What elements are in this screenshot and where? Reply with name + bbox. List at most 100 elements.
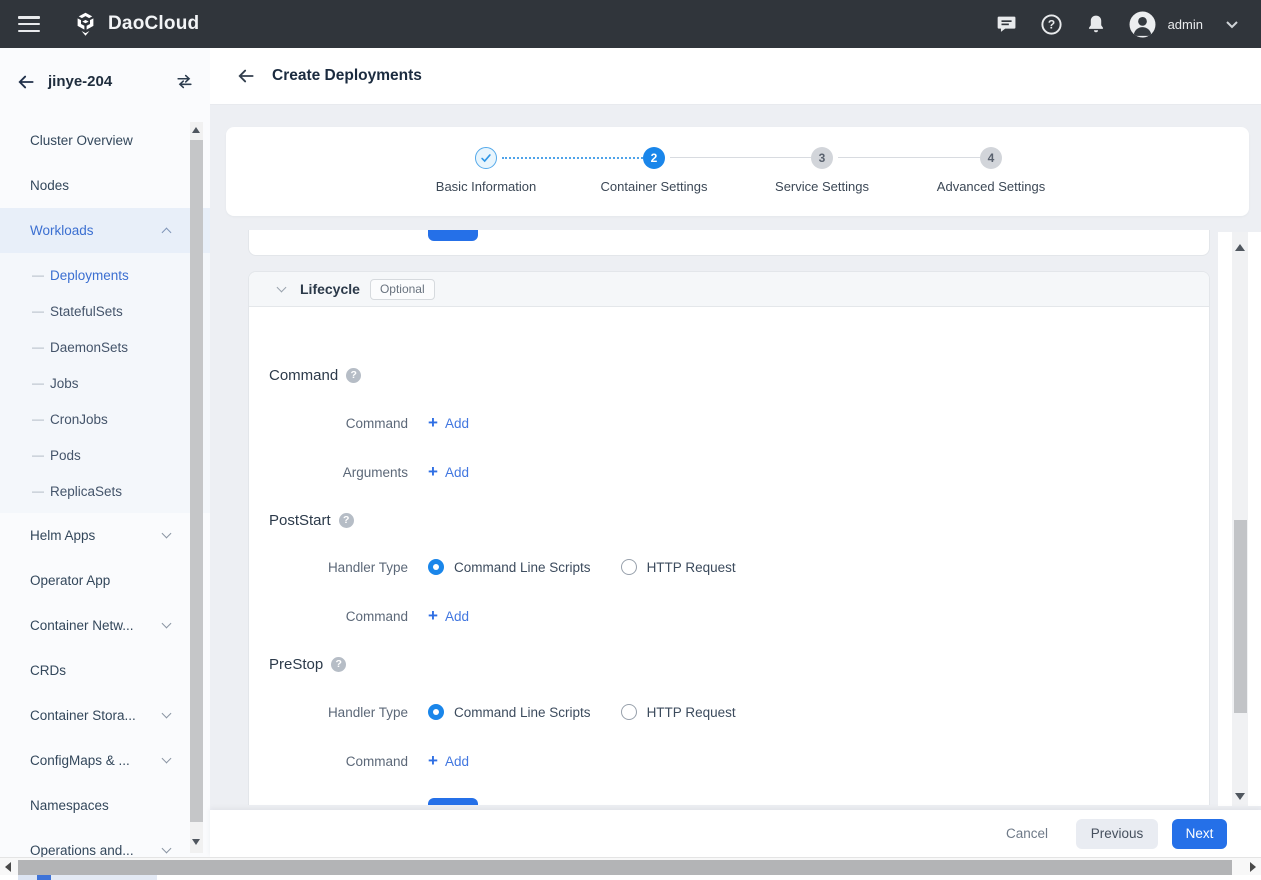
- add-prestop-command-button[interactable]: + Add: [428, 753, 469, 769]
- dash-icon: —: [32, 412, 50, 426]
- step-advanced-settings[interactable]: 4 Advanced Settings: [906, 147, 1076, 194]
- radio-command-line-scripts[interactable]: [428, 559, 444, 575]
- radio-command-line-scripts[interactable]: [428, 704, 444, 720]
- chevron-down-icon: [162, 754, 172, 764]
- poststart-command-row: Command + Add: [269, 605, 469, 627]
- scroll-down-arrow[interactable]: [192, 839, 200, 845]
- step-basic-information[interactable]: Basic Information: [401, 147, 571, 194]
- lifecycle-section-header[interactable]: Lifecycle Optional: [249, 272, 1209, 307]
- lifecycle-section-card: Lifecycle Optional Command ? Command + A: [248, 271, 1210, 805]
- dash-icon: —: [32, 268, 50, 282]
- prestop-command-row: Command + Add: [269, 750, 469, 772]
- dash-icon: —: [32, 484, 50, 498]
- cancel-button[interactable]: Cancel: [1006, 826, 1048, 841]
- chevron-down-icon: [162, 844, 172, 854]
- poststart-handler-type-row: Handler Type Command Line Scripts HTTP R…: [269, 556, 736, 578]
- field-label: Handler Type: [269, 705, 408, 720]
- horizontal-scrollbar: [0, 857, 1261, 875]
- message-icon[interactable]: [996, 13, 1018, 35]
- sidebar-subitem-daemonsets[interactable]: — DaemonSets: [0, 329, 210, 365]
- sidebar-item-namespaces[interactable]: Namespaces: [0, 783, 210, 828]
- previous-section-card-clipped: [248, 230, 1210, 256]
- sidebar-subitem-cronjobs[interactable]: — CronJobs: [0, 401, 210, 437]
- scroll-up-arrow[interactable]: [1235, 244, 1245, 251]
- cluster-name: jinye-204: [48, 73, 112, 90]
- notifications-bell-icon[interactable]: [1085, 13, 1107, 35]
- plus-icon: +: [428, 753, 438, 769]
- previous-button[interactable]: Previous: [1076, 819, 1158, 849]
- chevron-down-icon: [162, 529, 172, 539]
- sidebar-item-operator-app[interactable]: Operator App: [0, 558, 210, 603]
- sidebar-subitem-deployments[interactable]: — Deployments: [0, 257, 210, 293]
- page-bottom-fragment: [18, 875, 37, 880]
- sidebar-item-container-network[interactable]: Container Netw...: [0, 603, 210, 648]
- sidebar-scrollbar: [190, 122, 203, 853]
- add-poststart-command-button[interactable]: + Add: [428, 608, 469, 624]
- help-icon[interactable]: ?: [1040, 13, 1063, 36]
- collapse-chevron-down-icon[interactable]: [277, 282, 287, 292]
- sidebar-item-configmaps[interactable]: ConfigMaps & ...: [0, 738, 210, 783]
- scroll-up-arrow[interactable]: [192, 127, 200, 133]
- workloads-submenu: — Deployments — StatefulSets — DaemonSet…: [0, 253, 210, 513]
- wizard-footer: Cancel Previous Next: [210, 810, 1261, 857]
- content-area: Basic Information 2 Container Settings 3…: [210, 105, 1261, 810]
- sidebar-item-helm-apps[interactable]: Helm Apps: [0, 513, 210, 558]
- user-menu-chevron-down-icon[interactable]: [1225, 20, 1239, 29]
- chevron-up-icon: [162, 228, 172, 238]
- help-icon[interactable]: ?: [331, 657, 346, 672]
- page-bottom-fragment: [0, 875, 1261, 880]
- sidebar-subitem-statefulsets[interactable]: — StatefulSets: [0, 293, 210, 329]
- command-row: Command + Add: [269, 412, 469, 434]
- dash-icon: —: [32, 376, 50, 390]
- scrollbar-thumb[interactable]: [190, 140, 203, 822]
- help-icon[interactable]: ?: [346, 368, 361, 383]
- radio-http-request[interactable]: [621, 704, 637, 720]
- plus-icon: +: [428, 415, 438, 431]
- wizard-stepper: Basic Information 2 Container Settings 3…: [226, 127, 1249, 216]
- svg-text:?: ?: [1047, 17, 1054, 31]
- help-icon[interactable]: ?: [339, 513, 354, 528]
- hamburger-menu-icon[interactable]: [18, 16, 40, 32]
- chevron-down-icon: [162, 709, 172, 719]
- add-command-button[interactable]: + Add: [428, 415, 469, 431]
- main-area: Create Deployments Basic Information 2 C…: [210, 48, 1261, 880]
- sidebar-subitem-pods[interactable]: — Pods: [0, 437, 210, 473]
- command-group-title: Command ?: [269, 364, 361, 386]
- sidebar-subitem-jobs[interactable]: — Jobs: [0, 365, 210, 401]
- page-header: Create Deployments: [210, 48, 1261, 105]
- poststart-group-title: PostStart ?: [269, 509, 354, 531]
- topbar-actions: ? admin: [996, 11, 1261, 38]
- brand-name: DaoCloud: [108, 13, 199, 35]
- sidebar-item-cluster-overview[interactable]: Cluster Overview: [0, 118, 210, 163]
- sidebar-item-crds[interactable]: CRDs: [0, 648, 210, 693]
- sidebar-subitem-replicasets[interactable]: — ReplicaSets: [0, 473, 210, 509]
- clipped-ok-button[interactable]: [428, 230, 478, 241]
- section-title: Lifecycle: [300, 281, 360, 297]
- dash-icon: —: [32, 340, 50, 354]
- field-label: Arguments: [269, 465, 408, 480]
- step-container-settings[interactable]: 2 Container Settings: [569, 147, 739, 194]
- field-label: Command: [269, 754, 408, 769]
- cluster-back-icon[interactable]: [16, 72, 36, 92]
- scrollbar-thumb[interactable]: [18, 860, 1232, 875]
- sidebar-item-workloads[interactable]: Workloads: [0, 208, 210, 253]
- scroll-left-arrow[interactable]: [5, 862, 11, 872]
- username-label: admin: [1168, 17, 1203, 32]
- sidebar-item-nodes[interactable]: Nodes: [0, 163, 210, 208]
- radio-http-request[interactable]: [621, 559, 637, 575]
- scrollbar-thumb[interactable]: [1234, 520, 1247, 713]
- step-service-settings[interactable]: 3 Service Settings: [737, 147, 907, 194]
- user-avatar[interactable]: [1129, 11, 1156, 38]
- ok-button[interactable]: OK: [428, 798, 478, 805]
- scroll-down-arrow[interactable]: [1235, 793, 1245, 800]
- dash-icon: —: [32, 448, 50, 462]
- chevron-down-icon: [162, 619, 172, 629]
- dash-icon: —: [32, 304, 50, 318]
- page-back-icon[interactable]: [236, 66, 256, 86]
- sidebar-nav: Cluster Overview Nodes Workloads — Deplo…: [0, 115, 210, 873]
- add-arguments-button[interactable]: + Add: [428, 464, 469, 480]
- sidebar-item-container-storage[interactable]: Container Stora...: [0, 693, 210, 738]
- scroll-right-arrow[interactable]: [1250, 862, 1256, 872]
- switch-cluster-icon[interactable]: [175, 72, 194, 91]
- next-button[interactable]: Next: [1172, 819, 1227, 849]
